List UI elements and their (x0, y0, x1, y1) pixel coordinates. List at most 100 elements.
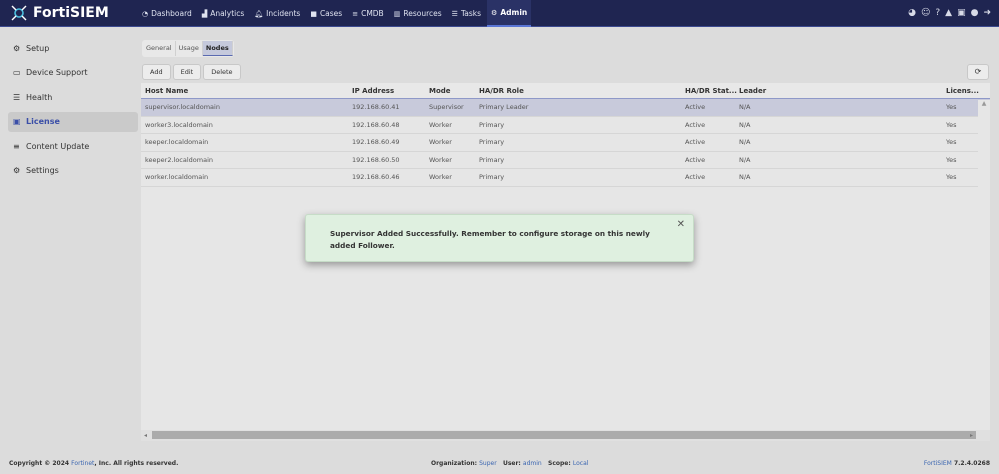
table-cell: keeper2.localdomain (145, 155, 214, 164)
table-header: Host Name IP Address Mode HA/DR Role HA/DR S… (141, 83, 990, 99)
edit-button[interactable]: Edit (172, 64, 202, 80)
success-toast: Supervisor Added Successfully. Remember … (305, 214, 694, 262)
session-info: Organization: Super User: admin Scope: L… (431, 460, 588, 467)
nav-label: Tasks (460, 9, 482, 18)
robot-icon[interactable]: ☺ (921, 8, 930, 18)
cogs-icon: ⚙ (13, 166, 21, 175)
database-icon: ≡ (13, 141, 20, 151)
palette-icon[interactable]: ◕ (908, 8, 916, 18)
table-cell: supervisor.localdomain (145, 103, 220, 111)
id-card-icon[interactable]: ▣ (957, 8, 966, 18)
column-header[interactable]: HA/DR Stat... (685, 83, 737, 99)
folder-icon: ■ (310, 9, 317, 18)
table-cell: Yes (946, 103, 957, 111)
table-cell: Yes (946, 155, 957, 164)
tab-usage[interactable]: Usage (176, 41, 203, 56)
nav-resources[interactable]: ▥ Resources (390, 0, 446, 27)
column-header[interactable]: Licens... (946, 83, 979, 99)
table-row[interactable]: worker.localdomain 192.168.60.46 Worker Pri… (141, 169, 990, 187)
nav-label: Resources (403, 9, 442, 18)
help-icon[interactable]: ? (935, 8, 940, 18)
copyright-text: Copyright © 2024 (9, 460, 70, 467)
table-cell: 192.168.60.46 (352, 173, 400, 182)
refresh-button[interactable]: ⟳ (967, 64, 989, 80)
table-cell: N/A (739, 103, 751, 111)
org-label: Organization: (431, 460, 477, 467)
column-header[interactable]: Mode (429, 83, 451, 99)
table-cell: N/A (739, 173, 751, 182)
table-row[interactable]: keeper.localdomain 192.168.60.49 Worker Pri… (141, 134, 990, 152)
nav-label: Admin (500, 8, 528, 17)
table-cell: Active (685, 103, 706, 111)
table-cell: Primary (479, 155, 505, 164)
table-cell: 192.168.60.41 (352, 103, 400, 111)
sidebar: ⚙ Setup ▭ Device Support ☰ Health ▣ License ≡ Con… (8, 38, 138, 185)
nav-label: Analytics (210, 9, 245, 18)
delete-button[interactable]: Delete (203, 64, 241, 80)
table-cell: Supervisor (429, 103, 464, 111)
nav-cmdb[interactable]: ≡ CMDB (348, 0, 388, 27)
header-actions: ◕ ☺? ▲ ▣ ● ➜ (908, 8, 991, 18)
id-card-icon: ▣ (13, 117, 21, 126)
user-label: User: (502, 460, 521, 467)
warning-icon[interactable]: ▲ (945, 8, 952, 18)
sidebar-item-setup[interactable]: ⚙ Setup (8, 38, 138, 58)
scrollbar-thumb[interactable] (152, 431, 976, 439)
nav-dashboard[interactable]: ◔ Dashboard (138, 0, 196, 27)
nav-tasks[interactable]: ☰ Tasks (448, 0, 485, 27)
bar-chart-icon: ▥ (393, 9, 401, 18)
table-row[interactable]: supervisor.localdomain 192.168.60.41 Super… (141, 99, 990, 117)
horizontal-scrollbar[interactable]: ◂ ▸ (141, 430, 990, 441)
nav-admin[interactable]: ⚙ Admin (487, 0, 532, 27)
fortisiem-logo[interactable]: FortiSIEM (10, 4, 109, 22)
database-icon: ≡ (352, 9, 359, 18)
column-header[interactable]: HA/DR Role (479, 83, 524, 99)
vertical-scrollbar[interactable]: ▲ (978, 100, 990, 430)
app-name: FortiSIEM (33, 5, 109, 21)
list-icon: ☰ (451, 9, 458, 18)
table-cell: N/A (739, 138, 751, 147)
nav-analytics[interactable]: ▟ Analytics (198, 0, 248, 27)
table-cell: 192.168.60.48 (352, 120, 400, 129)
version-number: 7.2.4.0268 (953, 460, 990, 467)
table-cell: Primary (479, 120, 505, 129)
column-header[interactable]: IP Address (352, 83, 394, 99)
nav-cases[interactable]: ■ Cases (306, 0, 346, 27)
sidebar-item-health[interactable]: ☰ Health (8, 87, 138, 107)
main-nav: ◔ Dashboard ▟ Analytics 🔔︎ Incidents ■ Cases ≡ CM… (138, 0, 533, 27)
server-icon: ☰ (13, 92, 21, 102)
sidebar-item-device-support[interactable]: ▭ Device Support (8, 63, 138, 83)
table-row[interactable]: keeper2.localdomain 192.168.60.50 Worker Pr… (141, 152, 990, 170)
sidebar-item-settings[interactable]: ⚙ Settings (8, 161, 138, 181)
close-icon[interactable]: ✕ (677, 219, 685, 231)
table-cell: 192.168.60.49 (352, 138, 400, 147)
scroll-right-icon[interactable]: ▸ (970, 430, 973, 441)
table-cell: Yes (946, 173, 957, 182)
nav-label: Dashboard (151, 9, 192, 18)
sidebar-item-label: Setup (26, 43, 50, 53)
tab-nodes[interactable]: Nodes (202, 41, 233, 56)
column-header[interactable]: Host Name (145, 83, 188, 99)
table-row[interactable]: worker3.localdomain 192.168.60.48 Worker Pr… (141, 117, 990, 135)
nav-incidents[interactable]: 🔔︎ Incidents (250, 0, 304, 27)
sidebar-item-label: Content Update (26, 141, 90, 151)
add-button[interactable]: Add (142, 64, 171, 80)
sidebar-item-content-update[interactable]: ≡ Content Update (8, 136, 138, 156)
sidebar-item-label: Health (26, 92, 53, 102)
fortinet-link[interactable]: Fortinet (71, 460, 94, 467)
toast-message: Supervisor Added Successfully. Remember … (330, 229, 650, 250)
sidebar-item-label: License (26, 117, 60, 126)
scroll-left-icon[interactable]: ◂ (144, 430, 147, 441)
license-tabs: General Usage Nodes (142, 40, 234, 57)
logo-icon (11, 5, 27, 21)
sidebar-item-license[interactable]: ▣ License (8, 111, 138, 132)
user-icon[interactable]: ● (971, 8, 979, 18)
hdd-icon: ▭ (13, 68, 21, 77)
column-header[interactable]: Leader (739, 83, 766, 99)
table-cell: 192.168.60.50 (352, 155, 400, 164)
tab-general[interactable]: General (143, 41, 176, 56)
toolbar: Add Edit Delete (142, 64, 241, 80)
logout-icon[interactable]: ➜ (983, 8, 991, 18)
table-cell: Active (685, 173, 706, 182)
org-value: Super (479, 460, 497, 467)
